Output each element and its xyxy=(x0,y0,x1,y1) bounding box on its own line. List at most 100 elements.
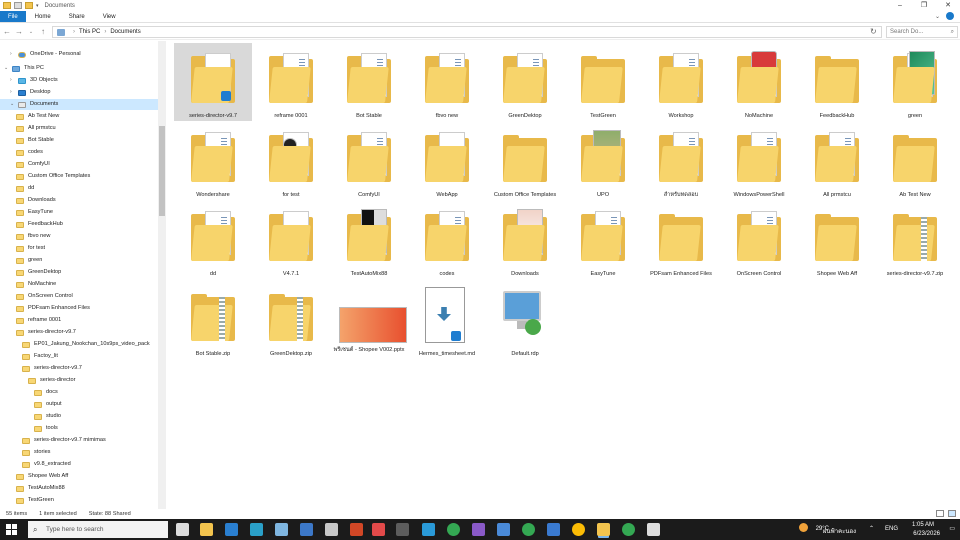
breadcrumb-documents[interactable]: Documents xyxy=(110,29,140,35)
file-tile[interactable]: UPO xyxy=(564,122,642,200)
nav-item[interactable]: ComfyUI xyxy=(0,159,158,170)
minimize-button[interactable]: – xyxy=(888,0,912,11)
file-tile[interactable]: Downloads xyxy=(486,201,564,279)
nav-item[interactable]: NoMachine xyxy=(0,279,158,290)
file-tile[interactable]: Custom Office Templates xyxy=(486,122,564,200)
file-tile[interactable]: สำหรับทดสอบ xyxy=(642,122,720,200)
nav-item[interactable]: Downloads xyxy=(0,195,158,206)
file-tile[interactable]: series-director-v9.7.zip xyxy=(876,201,954,279)
task-view-icon[interactable] xyxy=(176,523,189,536)
app-icon[interactable] xyxy=(422,523,435,536)
file-tile[interactable]: NoMachine xyxy=(720,43,798,121)
notifications-icon[interactable]: ▭ xyxy=(949,525,955,532)
file-tile[interactable]: series-director-v9.7 xyxy=(174,43,252,121)
file-tile[interactable]: Wondershare xyxy=(174,122,252,200)
nav-item[interactable]: TestAutoMix88 xyxy=(0,483,158,494)
nav-item[interactable]: codes xyxy=(0,147,158,158)
help-icon[interactable] xyxy=(946,12,954,20)
clock-time[interactable]: 1:05 AM xyxy=(912,522,934,528)
file-tile[interactable]: Hermes_timesheet.md xyxy=(408,281,486,359)
nav-item[interactable]: EP01_Jakung_Nookchan_10s9ps_video_pack xyxy=(0,339,158,350)
file-tile[interactable]: dd xyxy=(174,201,252,279)
file-tile[interactable]: V4.7.1 xyxy=(252,201,330,279)
tab-file[interactable]: File xyxy=(0,11,26,22)
up-arrow-icon[interactable]: ↑ xyxy=(38,27,48,36)
new-folder-icon[interactable] xyxy=(25,2,33,9)
nav-item[interactable]: OnScreen Control xyxy=(0,291,158,302)
file-tile[interactable]: PDFsam Enhanced Files xyxy=(642,201,720,279)
address-bar[interactable]: › This PC › Documents xyxy=(52,26,882,38)
nav-item[interactable]: dd xyxy=(0,183,158,194)
file-tile[interactable]: WindowsPowerShell xyxy=(720,122,798,200)
chevron-down-icon[interactable]: ⌄ xyxy=(10,99,16,110)
file-tile[interactable]: Default.rdp xyxy=(486,281,564,359)
expand-ribbon-icon[interactable]: ⌄ xyxy=(935,13,940,20)
refresh-icon[interactable]: ↻ xyxy=(870,27,877,36)
file-tile[interactable]: GreenDektop.zip xyxy=(252,281,330,359)
file-tile[interactable]: OnScreen Control xyxy=(720,201,798,279)
chevron-down-icon[interactable]: ⌄ xyxy=(4,63,10,74)
nav-item[interactable]: EasyTune xyxy=(0,207,158,218)
chrome-icon[interactable] xyxy=(522,523,535,536)
file-explorer-icon[interactable] xyxy=(200,523,213,536)
chevron-right-icon[interactable]: › xyxy=(10,49,16,60)
nav-item[interactable]: fbvo new xyxy=(0,231,158,242)
nav-item[interactable]: GreenDektop xyxy=(0,267,158,278)
file-tile[interactable]: Bot Stable.zip xyxy=(174,281,252,359)
file-tile[interactable]: WebApp xyxy=(408,122,486,200)
nav-item[interactable]: › OneDrive - Personal xyxy=(0,49,158,60)
recent-locations-icon[interactable]: ⌄ xyxy=(26,29,36,35)
file-tile[interactable]: GreenDektop xyxy=(486,43,564,121)
mail-icon[interactable] xyxy=(225,523,238,536)
file-tile[interactable]: Shopee Web Aff xyxy=(798,201,876,279)
details-view-icon[interactable] xyxy=(936,510,944,517)
nav-item[interactable]: Bot Stable xyxy=(0,135,158,146)
nav-item[interactable]: ⌄ This PC xyxy=(0,63,158,74)
app-icon[interactable] xyxy=(547,523,560,536)
nav-item[interactable]: docs xyxy=(0,387,158,398)
file-tile[interactable]: All prmstcu xyxy=(798,122,876,200)
nav-item[interactable]: studio xyxy=(0,411,158,422)
nav-item[interactable]: Ab Test New xyxy=(0,111,158,122)
powerpoint-icon[interactable] xyxy=(350,523,363,536)
file-tile[interactable]: Bot Stable xyxy=(330,43,408,121)
nav-item[interactable]: tools xyxy=(0,423,158,434)
app-icon[interactable] xyxy=(372,523,385,536)
chevron-right-icon[interactable]: › xyxy=(10,87,16,98)
file-tile[interactable]: FeedbackHub xyxy=(798,43,876,121)
nav-item[interactable]: TestGreen xyxy=(0,495,158,506)
nav-item[interactable]: FeedbackHub xyxy=(0,219,158,230)
file-tile[interactable]: reframe 0001 xyxy=(252,43,330,121)
nav-scrollbar[interactable] xyxy=(158,41,166,509)
nav-item[interactable]: series-director-v9.7 mimimas xyxy=(0,435,158,446)
settings-icon[interactable] xyxy=(325,523,338,536)
app-icon[interactable] xyxy=(396,523,409,536)
nav-item[interactable]: PDFsam Enhanced Files xyxy=(0,303,158,314)
notepad-icon[interactable] xyxy=(275,523,288,536)
breadcrumb-this-pc[interactable]: This PC xyxy=(79,29,100,35)
nav-item[interactable]: green xyxy=(0,255,158,266)
nav-item[interactable]: › 3D Objects xyxy=(0,75,158,86)
app-icon[interactable] xyxy=(472,523,485,536)
edge-icon[interactable] xyxy=(250,523,263,536)
tab-home[interactable]: Home xyxy=(26,11,60,22)
nav-item[interactable]: series-director xyxy=(0,375,158,386)
chrome-icon[interactable] xyxy=(447,523,460,536)
file-tile[interactable]: Ab Test New xyxy=(876,122,954,200)
file-tile[interactable]: พรีเซนต์ - Shopee V002.pptx xyxy=(330,281,408,359)
nav-item[interactable]: for test xyxy=(0,243,158,254)
settings-icon[interactable] xyxy=(647,523,660,536)
chrome-icon[interactable] xyxy=(622,523,635,536)
nav-item[interactable]: Custom Office Templates xyxy=(0,171,158,182)
back-arrow-icon[interactable]: ← xyxy=(2,27,12,36)
nav-item[interactable]: ⌄ Documents xyxy=(0,99,158,110)
nav-item[interactable]: v9.8_extracted xyxy=(0,459,158,470)
file-tile[interactable]: TestGreen xyxy=(564,43,642,121)
chevron-right-icon[interactable]: › xyxy=(10,75,16,86)
file-tile[interactable]: EasyTune xyxy=(564,201,642,279)
tab-view[interactable]: View xyxy=(94,11,125,22)
nav-item[interactable]: Shopee Web Aff xyxy=(0,471,158,482)
properties-icon[interactable] xyxy=(14,2,22,9)
nav-item[interactable]: Factoy_lit xyxy=(0,351,158,362)
search-input[interactable]: Search Do... ⌕ xyxy=(886,26,958,38)
